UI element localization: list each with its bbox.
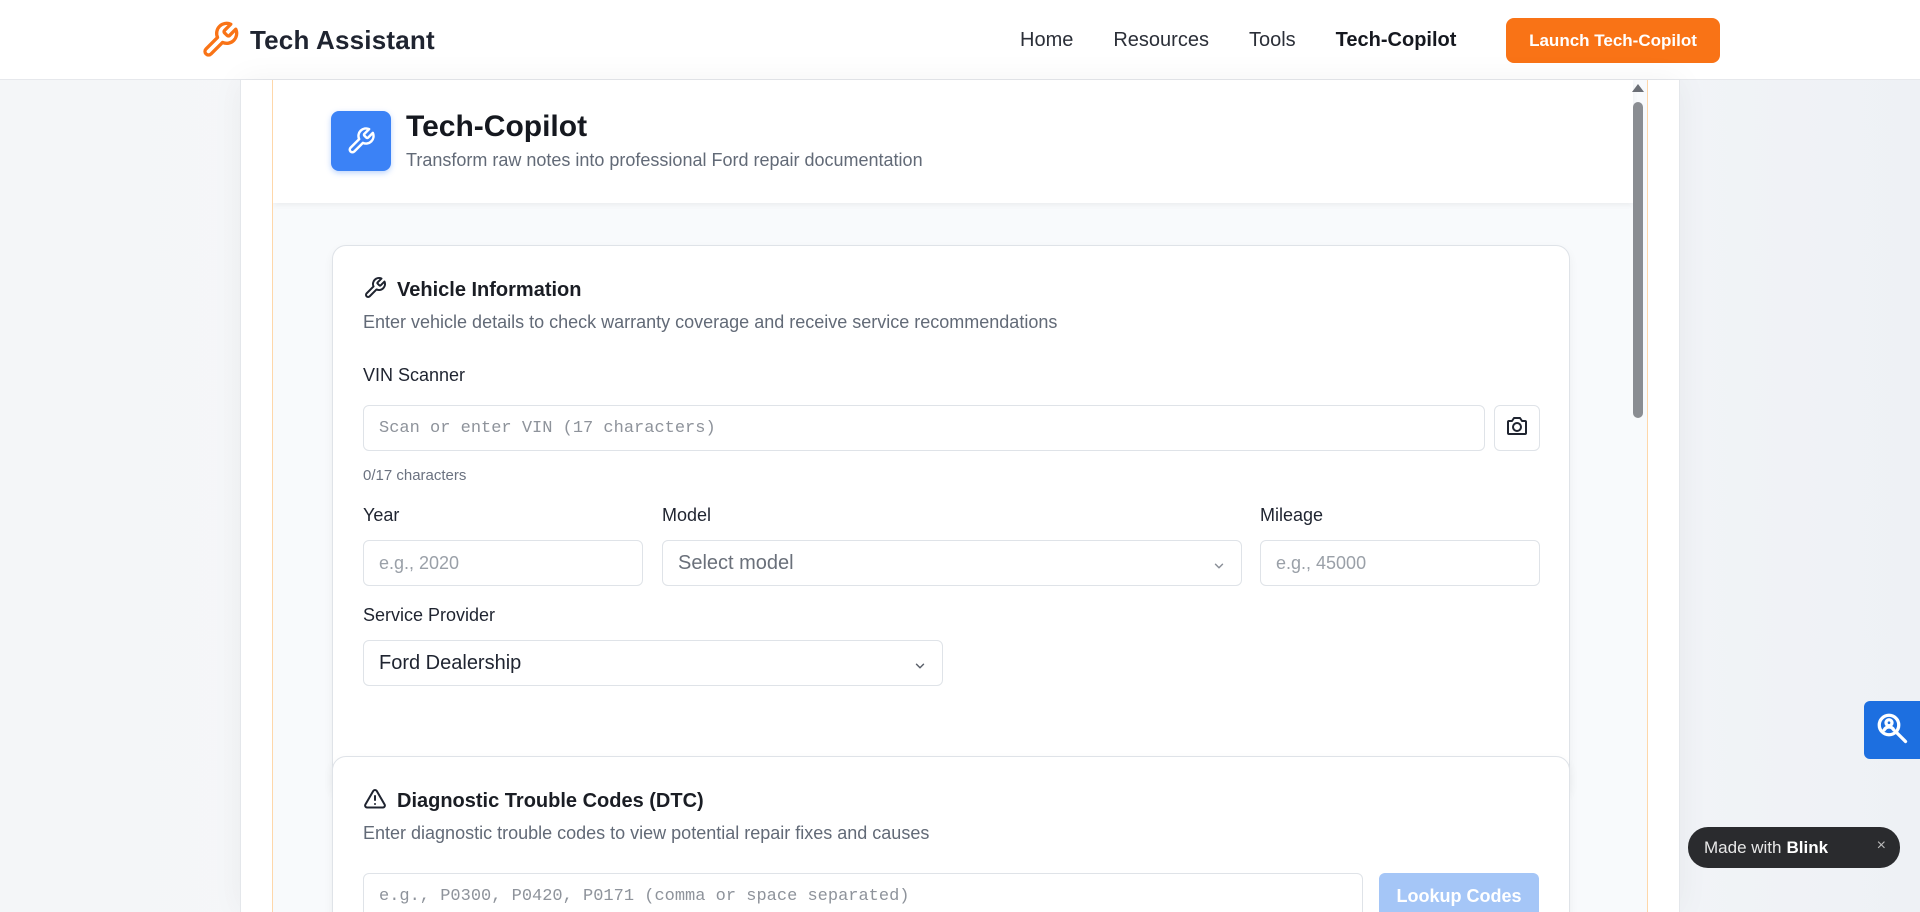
mileage-label: Mileage <box>1260 505 1324 525</box>
chevron-down-icon <box>913 656 927 670</box>
nav-resources[interactable]: Resources <box>1113 29 1209 52</box>
vin-input[interactable]: Scan or enter VIN (17 characters) <box>363 405 1485 451</box>
service-provider-value: Ford Dealership <box>379 651 522 674</box>
nav-tools[interactable]: Tools <box>1249 29 1296 52</box>
page-title: Tech-Copilot <box>406 110 588 143</box>
made-with-blink-badge[interactable]: Made with Blink × <box>1688 827 1900 868</box>
chevron-down-icon <box>1212 556 1226 570</box>
wrench-icon <box>363 276 387 305</box>
vin-label: VIN Scanner <box>363 365 466 385</box>
vehicle-information-card: Vehicle Information Enter vehicle detail… <box>332 245 1570 796</box>
service-provider-label: Service Provider <box>363 605 496 625</box>
dtc-input[interactable]: e.g., P0300, P0420, P0171 (comma or spac… <box>363 873 1363 912</box>
model-select[interactable]: Select model <box>662 540 1242 586</box>
nav-tech-copilot[interactable]: Tech-Copilot <box>1336 29 1457 52</box>
lookup-codes-button[interactable]: Lookup Codes <box>1379 873 1539 912</box>
floating-search-button[interactable] <box>1864 701 1920 759</box>
tech-copilot-frame: Tech-Copilot Transform raw notes into pr… <box>272 80 1648 912</box>
dtc-card-title: Diagnostic Trouble Codes (DTC) <box>397 790 704 812</box>
year-placeholder: e.g., 2020 <box>379 552 460 573</box>
mileage-input[interactable]: e.g., 45000 <box>1260 540 1540 586</box>
warning-triangle-icon <box>363 787 387 816</box>
mileage-placeholder: e.g., 45000 <box>1276 552 1367 573</box>
dtc-placeholder: e.g., P0300, P0420, P0171 (comma or spac… <box>379 886 910 906</box>
service-provider-select[interactable]: Ford Dealership <box>363 640 943 686</box>
dtc-card: Diagnostic Trouble Codes (DTC) Enter dia… <box>332 756 1570 912</box>
close-icon[interactable]: × <box>1877 837 1886 855</box>
scan-vin-button[interactable] <box>1494 405 1540 451</box>
brand[interactable]: Tech Assistant <box>200 20 435 60</box>
dtc-card-description: Enter diagnostic trouble codes to view p… <box>363 823 930 843</box>
blink-badge-brand: Blink <box>1786 837 1829 857</box>
model-label: Model <box>662 505 712 525</box>
brand-name: Tech Assistant <box>250 24 435 55</box>
vehicle-card-description: Enter vehicle details to check warranty … <box>363 312 1058 332</box>
search-person-icon <box>1874 710 1910 751</box>
wrench-icon <box>200 20 240 60</box>
dtc-card-heading: Diagnostic Trouble Codes (DTC) <box>363 787 704 816</box>
scrollbar-thumb[interactable] <box>1633 102 1643 418</box>
camera-icon <box>1505 414 1529 443</box>
wrench-icon <box>331 111 391 171</box>
page-subtitle: Transform raw notes into professional Fo… <box>406 150 923 170</box>
scrollbar[interactable] <box>1628 80 1647 912</box>
vehicle-card-title: Vehicle Information <box>397 279 582 301</box>
launch-tech-copilot-button[interactable]: Launch Tech-Copilot <box>1506 18 1720 63</box>
vin-character-counter: 0/17 characters <box>363 467 467 484</box>
nav-links: Home Resources Tools Tech-Copilot <box>1020 0 1496 80</box>
model-select-value: Select model <box>678 551 794 574</box>
blink-badge-prefix: Made with <box>1704 837 1782 857</box>
scroll-up-arrow-icon[interactable] <box>1632 84 1644 92</box>
nav-home[interactable]: Home <box>1020 29 1073 52</box>
top-navbar: Tech Assistant Home Resources Tools Tech… <box>0 0 1920 80</box>
year-label: Year <box>363 505 400 525</box>
vehicle-card-heading: Vehicle Information <box>363 276 581 305</box>
year-input[interactable]: e.g., 2020 <box>363 540 643 586</box>
app-header: Tech-Copilot Transform raw notes into pr… <box>273 80 1633 203</box>
vin-placeholder: Scan or enter VIN (17 characters) <box>379 418 716 438</box>
